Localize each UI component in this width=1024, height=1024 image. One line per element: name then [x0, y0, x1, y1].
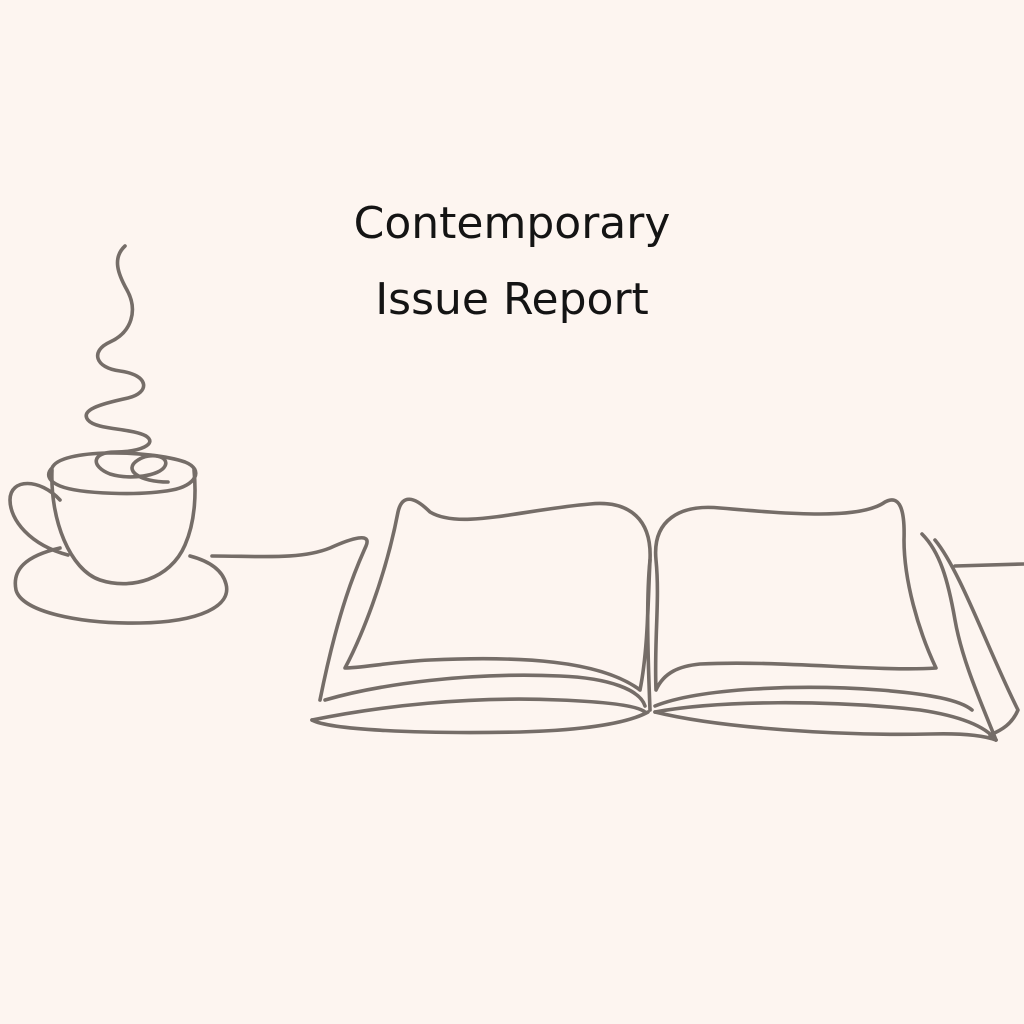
saucer-icon: [13, 546, 229, 625]
title-line-2: Issue Report: [375, 274, 649, 325]
book-right-page-icon: [653, 498, 938, 692]
cover-canvas: Contemporary Issue Report: [0, 0, 1024, 1024]
book-spine-icon: [645, 558, 652, 712]
line-art-illustration: [8, 244, 1024, 742]
table-line: [953, 562, 1024, 568]
title-line-1: Contemporary: [353, 198, 671, 249]
cup-rim-icon: [46, 451, 198, 496]
book-left-page-icon: [343, 497, 652, 692]
book-left-edge-3: [310, 710, 650, 735]
cup-body-icon: [50, 468, 197, 586]
book-left-edge-2: [310, 697, 647, 722]
book-right-flap-2: [933, 538, 1020, 737]
report-title: Contemporary Issue Report: [262, 186, 762, 338]
steam-icon: [84, 244, 170, 484]
cup-handle-icon: [8, 481, 70, 557]
connector-line: [210, 536, 369, 702]
